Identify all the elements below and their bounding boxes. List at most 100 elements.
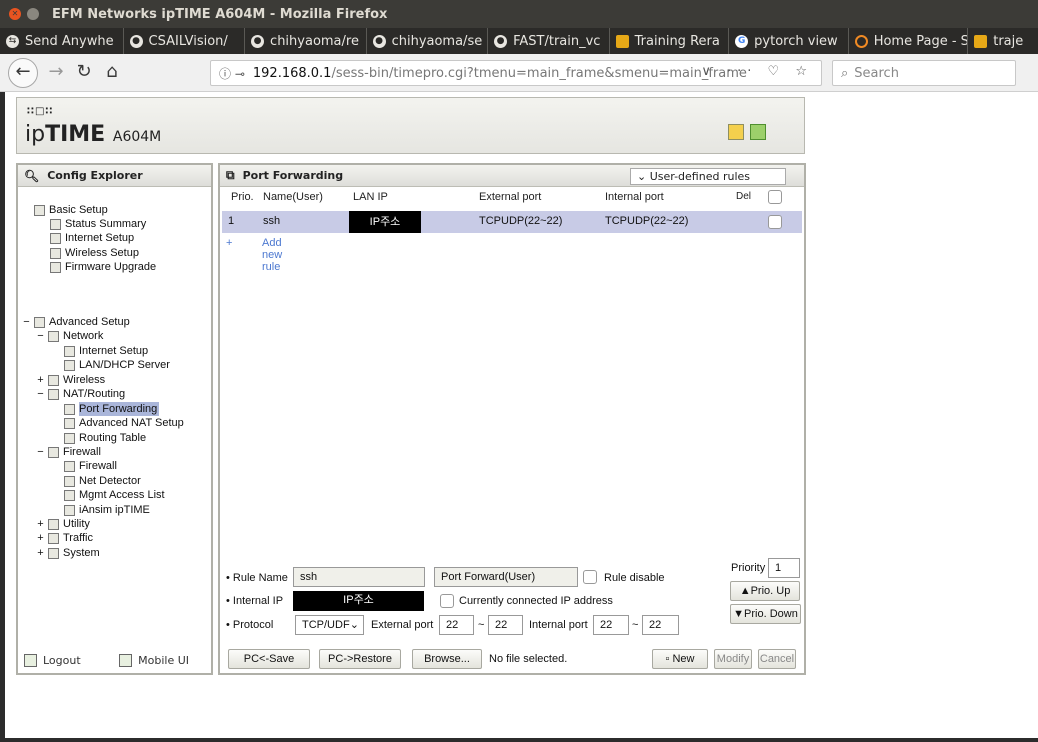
page-icon: [64, 403, 75, 415]
github-icon: ●: [494, 34, 508, 48]
port-forwarding-icon: ⧉: [226, 168, 235, 182]
prio-down-button[interactable]: ▼Prio. Down: [730, 604, 801, 624]
folder-icon: [34, 316, 45, 328]
tab-fast-train[interactable]: ● FAST/train_vc: [488, 28, 610, 54]
tree-system[interactable]: + System: [36, 546, 99, 560]
external-port-from-input[interactable]: 22: [439, 615, 474, 635]
home-button[interactable]: ⌂: [98, 59, 126, 87]
connected-ip-checkbox[interactable]: [440, 594, 454, 608]
row-delete-checkbox[interactable]: [768, 215, 782, 229]
tree-wireless[interactable]: + Wireless: [36, 373, 105, 387]
globe-icon: [50, 232, 61, 244]
select-all-checkbox[interactable]: [768, 190, 782, 204]
lock-icon: [48, 446, 59, 458]
tree-firewall-group[interactable]: − Firewall: [36, 445, 101, 459]
tree-nat-routing[interactable]: − NAT/Routing: [36, 387, 125, 401]
tree-internet-setup[interactable]: Internet Setup: [64, 344, 148, 358]
network-icon: [48, 330, 59, 342]
url-path: /sess-bin/timepro.cgi?tmenu=main_frame&s…: [331, 65, 747, 81]
back-button[interactable]: ←: [8, 58, 38, 88]
page-icon: [64, 432, 75, 444]
utility-icon: [48, 518, 59, 530]
tab-training-rera[interactable]: Training Rera: [610, 28, 730, 54]
tree-routing-table[interactable]: Routing Table: [64, 431, 146, 445]
github-icon: ●: [372, 34, 386, 48]
tab-pytorch-view[interactable]: Gpytorch view: [729, 28, 849, 54]
tab-chihyaoma-se[interactable]: ● chihyaoma/se: [367, 28, 489, 54]
external-port-to-input[interactable]: 22: [488, 615, 523, 635]
tree-utility[interactable]: + Utility: [36, 517, 90, 531]
pc-restore-button[interactable]: PC->Restore: [319, 649, 401, 669]
tree-wireless-setup[interactable]: Wireless Setup: [50, 246, 139, 260]
page-icon: [64, 417, 75, 429]
tree-firmware-upgrade[interactable]: Firmware Upgrade: [50, 260, 156, 274]
panel-header: ⧉ Port Forwarding ⌄ User-defined rules: [220, 165, 804, 187]
tab-home-page[interactable]: Home Page - S: [849, 28, 969, 54]
modify-button[interactable]: Modify: [714, 649, 752, 669]
forward-button[interactable]: →: [42, 59, 70, 87]
book-icon: [974, 34, 988, 48]
tree-advanced-setup[interactable]: − Advanced Setup: [22, 315, 129, 329]
explorer-title: Config Explorer: [47, 169, 143, 182]
window-edge-bottom: [0, 738, 1038, 742]
chevron-down-icon: ⌄: [637, 170, 647, 183]
rule-edit-form: • Rule Name ssh Port Forward(User) Rule …: [218, 553, 806, 675]
tree-status-summary[interactable]: Status Summary: [50, 217, 146, 231]
upgrade-icon: [50, 261, 61, 273]
url-bar[interactable]: ⓘ ⊸ 192.168.0.1/sess-bin/timepro.cgi?tme…: [210, 60, 822, 86]
brand-mark: ∷□∷: [27, 106, 54, 117]
tree-mgmt-access[interactable]: Mgmt Access List: [64, 488, 165, 502]
rule-filter-select[interactable]: ⌄ User-defined rules: [630, 168, 786, 185]
tree-net-detector[interactable]: Net Detector: [64, 474, 141, 488]
tab-traje[interactable]: traje: [968, 28, 1038, 54]
search-placeholder: Search: [854, 65, 899, 81]
tree-port-forwarding[interactable]: Port Forwarding: [64, 402, 160, 416]
internal-port-from-input[interactable]: 22: [593, 615, 629, 635]
page-actions-icon[interactable]: ∨ ··· ♡ ☆: [701, 64, 813, 79]
new-rule-button[interactable]: ▫ New: [652, 649, 708, 669]
protocol-select[interactable]: TCP/UDF ⌄: [295, 615, 364, 635]
tree-iansim[interactable]: iAnsim ipTIME: [64, 503, 150, 517]
rule-name-input[interactable]: ssh: [293, 567, 425, 587]
logout-button[interactable]: Logout: [24, 653, 81, 667]
page-icon: [64, 475, 75, 487]
traffic-icon: [48, 532, 59, 544]
router-header: ∷□∷ ipTIME A604M: [16, 97, 805, 154]
iptime-logo: ipTIME A604M: [25, 122, 162, 147]
mobile-icon: [119, 653, 133, 667]
tab-chihyaoma-re[interactable]: ● chihyaoma/re: [245, 28, 367, 54]
router-icon: [48, 388, 59, 400]
tree-network[interactable]: − Network: [36, 329, 103, 343]
tab-csailvision[interactable]: ● CSAILVision/: [124, 28, 246, 54]
rule-disable-checkbox[interactable]: [583, 570, 597, 584]
chart-icon: [50, 218, 61, 230]
priority-input[interactable]: 1: [768, 558, 800, 578]
tree-traffic[interactable]: + Traffic: [36, 531, 93, 545]
save-config-icon[interactable]: [750, 124, 766, 140]
reload-button[interactable]: ↻: [70, 59, 98, 87]
internal-port-to-input[interactable]: 22: [642, 615, 679, 635]
window-titlebar: ✕ EFM Networks ipTIME A604M - Mozilla Fi…: [0, 0, 1038, 28]
help-icon[interactable]: [728, 124, 744, 140]
explorer-search-icon: 🔍︎: [24, 168, 40, 183]
tree-firewall[interactable]: Firewall: [64, 459, 117, 473]
prio-up-button[interactable]: ▲Prio. Up: [730, 581, 800, 601]
config-explorer: 🔍︎ Config Explorer Basic Setup Status Sum…: [16, 163, 213, 675]
minimize-window-icon[interactable]: [27, 8, 39, 20]
tab-send-anywhere[interactable]: ⇆ Send Anywhe: [0, 28, 124, 54]
table-row[interactable]: 1 ssh IP주소 TCPUDP(22~22) TCPUDP(22~22): [222, 211, 802, 233]
tree-lan-dhcp[interactable]: LAN/DHCP Server: [64, 358, 170, 372]
site-info-icon[interactable]: ⓘ ⊸: [219, 65, 245, 82]
browse-button[interactable]: Browse...: [412, 649, 482, 669]
tree-advanced-nat[interactable]: Advanced NAT Setup: [64, 416, 184, 430]
cancel-button[interactable]: Cancel: [758, 649, 796, 669]
tree-internet-setup-basic[interactable]: Internet Setup: [50, 231, 134, 245]
mobile-ui-button[interactable]: Mobile UI: [119, 653, 189, 667]
search-input[interactable]: ⌕ Search: [832, 60, 1016, 86]
window-title: EFM Networks ipTIME A604M - Mozilla Fire…: [52, 6, 388, 22]
tree-basic-setup[interactable]: Basic Setup: [34, 203, 108, 217]
close-window-icon[interactable]: ✕: [9, 8, 21, 20]
internal-ip-input[interactable]: IP주소: [293, 591, 424, 611]
panel-title: Port Forwarding: [242, 169, 344, 182]
pc-save-button[interactable]: PC<-Save: [228, 649, 310, 669]
